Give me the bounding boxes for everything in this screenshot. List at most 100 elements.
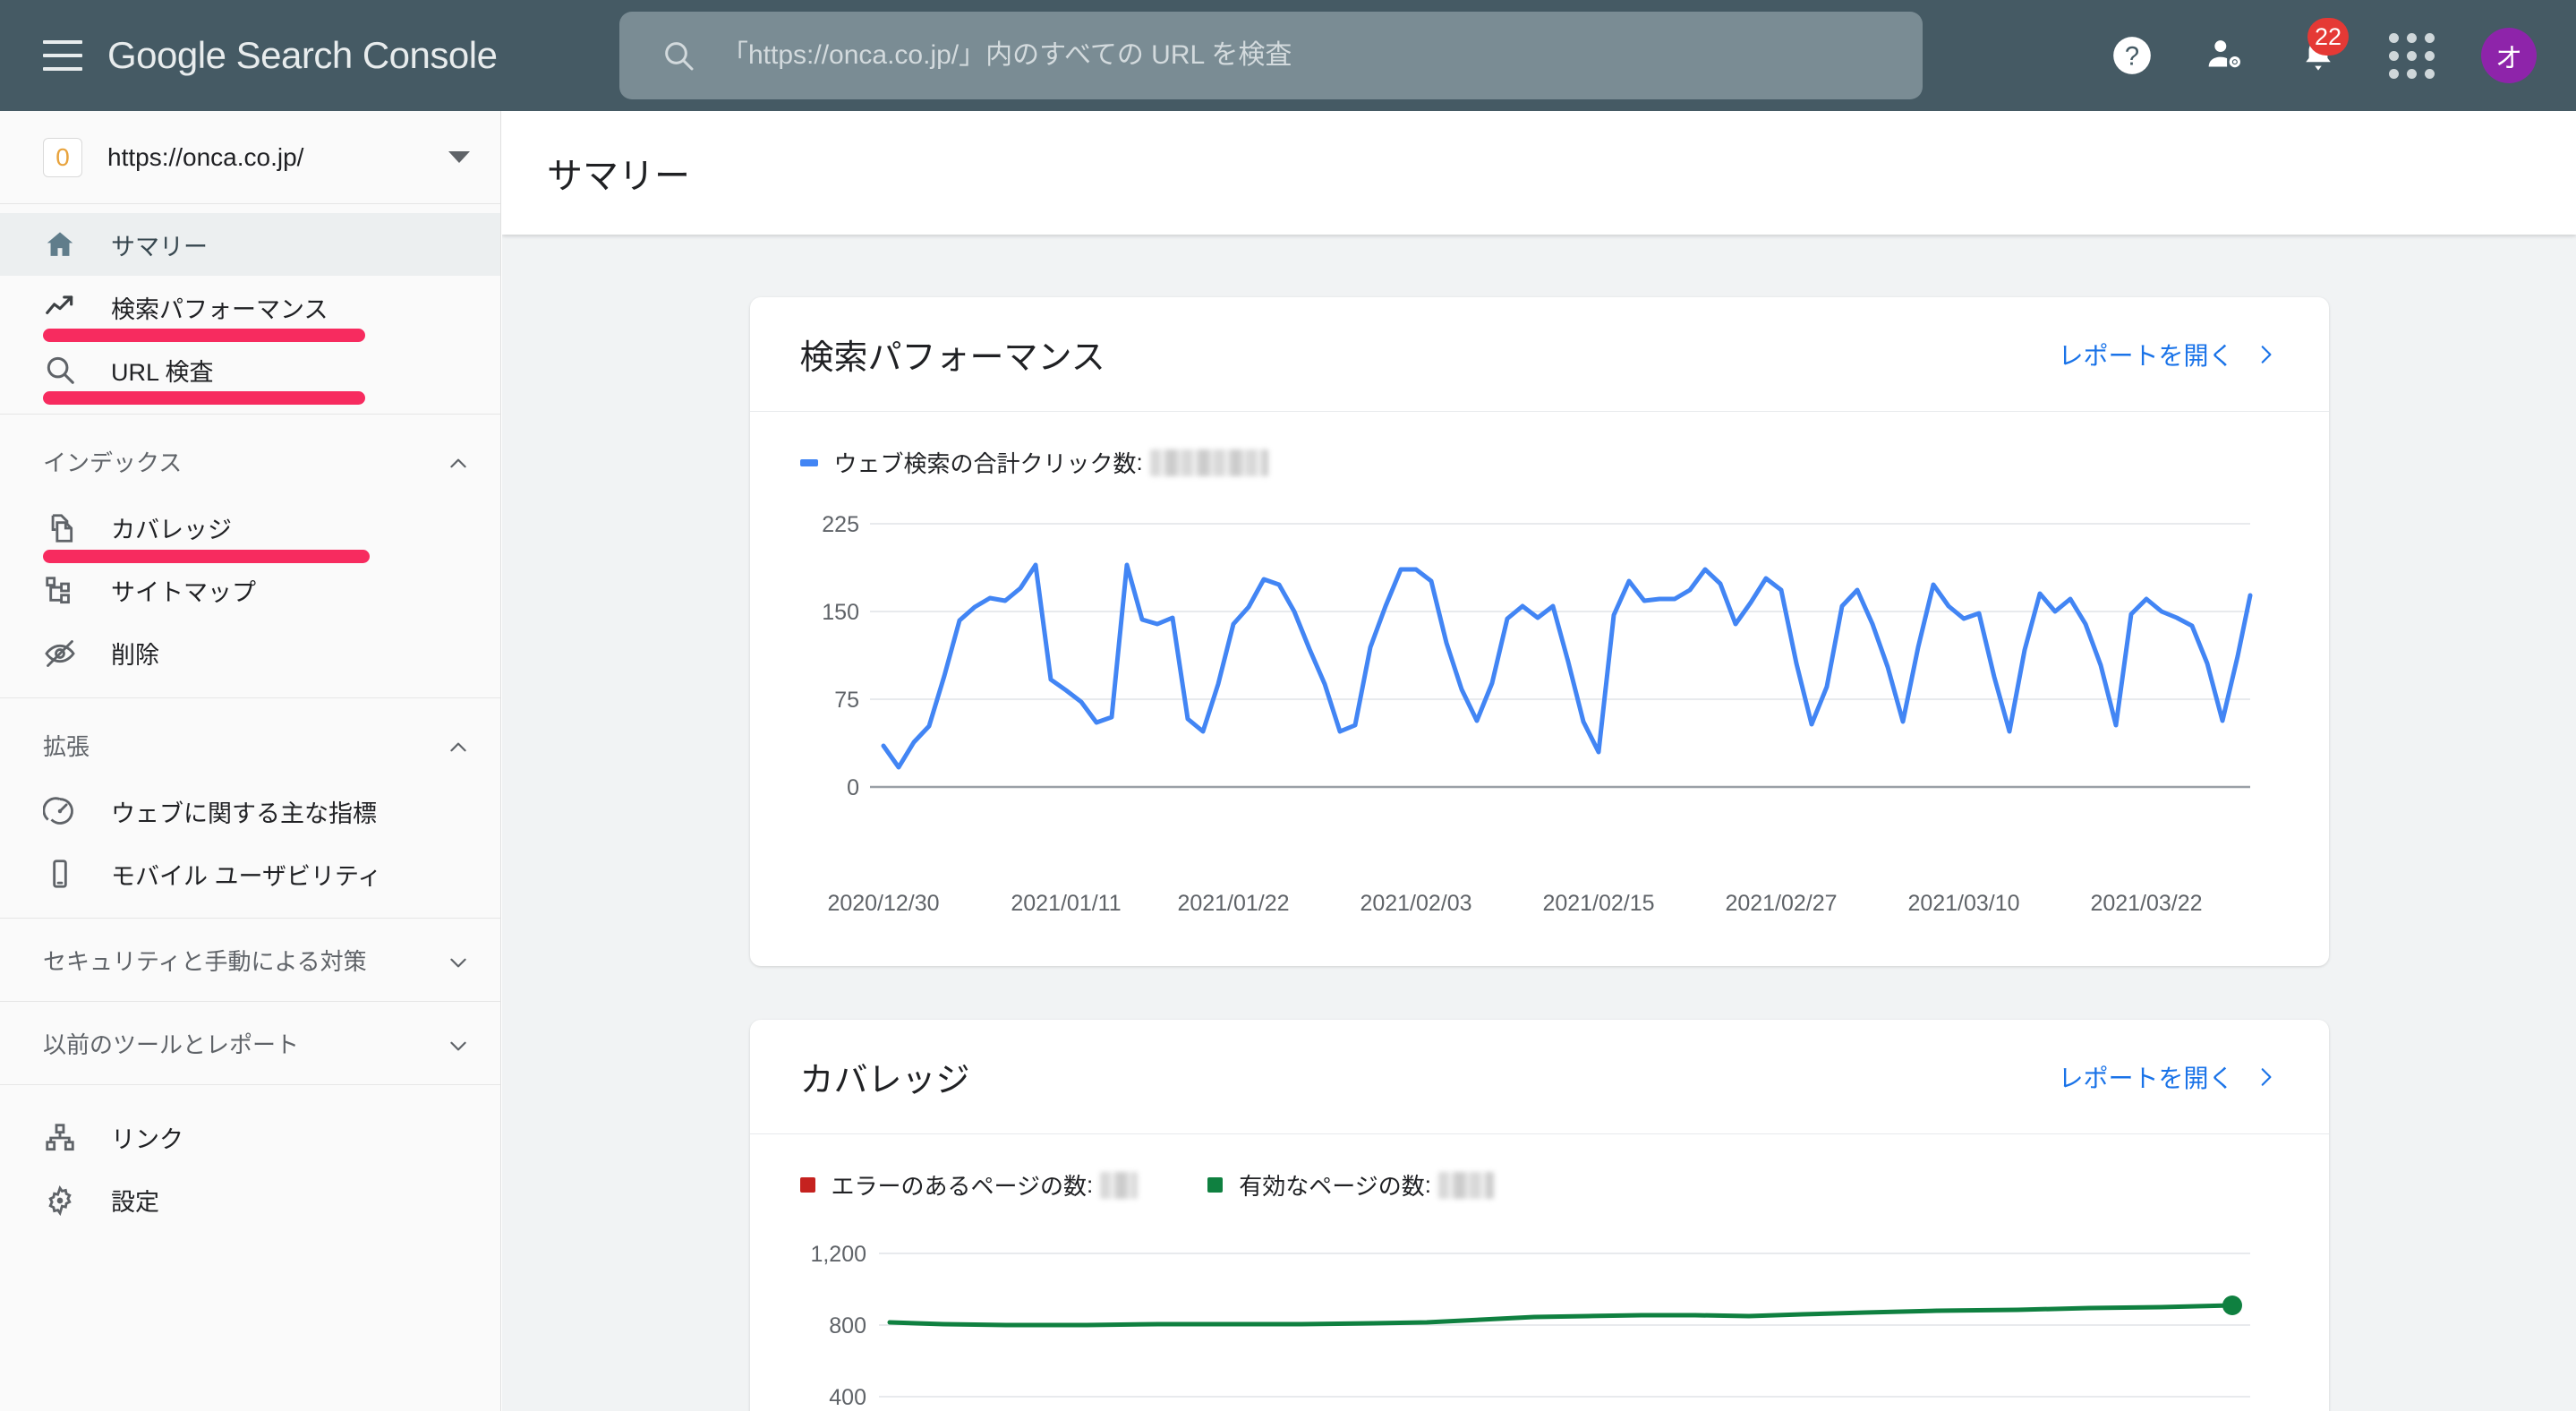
open-report-link-search-performance[interactable]: レポートを開く: [2058, 337, 2276, 372]
svg-text:150: 150: [822, 600, 859, 625]
nav-group-legacy: 以前のツールとレポート: [0, 1002, 500, 1085]
sidebar-item-url-inspection[interactable]: URL 検査: [0, 338, 500, 405]
section-title: セキュリティと手動による対策: [43, 948, 367, 976]
sidebar-item-label: 設定: [111, 1189, 159, 1217]
sidebar-item-sitemaps[interactable]: サイトマップ: [0, 560, 500, 622]
avatar[interactable]: オ: [2481, 28, 2537, 83]
svg-text:2020/12/30: 2020/12/30: [827, 891, 939, 916]
coverage-line-chart-svg: 1,200 800 400: [810, 1242, 2250, 1410]
page-header: サマリー: [502, 111, 2576, 235]
help-question-icon[interactable]: ?: [2109, 32, 2155, 79]
eye-off-icon: [43, 637, 84, 671]
legend-swatch-errors: [799, 1177, 815, 1193]
legend-item-valid-pages[interactable]: 有効なページの数:: [1207, 1168, 1494, 1201]
clicks-line-chart-svg: 225 150 75 0: [822, 512, 2252, 800]
url-inspection-search-box[interactable]: [619, 12, 1923, 99]
apps-grid-icon[interactable]: [2388, 32, 2435, 79]
chevron-right-icon: [2254, 343, 2277, 366]
legend-label: ウェブ検索の合計クリック数: [833, 450, 1137, 477]
sidebar-item-core-web-vitals[interactable]: ウェブに関する主な指標: [0, 780, 500, 842]
pages-copy-icon: [43, 511, 84, 545]
section-title: 拡張: [43, 732, 90, 760]
nav-group-enhancements: 拡張 ウェブに関する主な指標 モバイル ユーザビリティ: [0, 698, 500, 919]
section-header-enhancements[interactable]: 拡張: [0, 707, 500, 781]
gear-icon: [43, 1184, 84, 1218]
coverage-end-marker: [2222, 1296, 2242, 1315]
open-report-label: レポートを開く: [2058, 1064, 2234, 1092]
sitemap-icon: [43, 574, 84, 608]
chevron-right-icon: [2254, 1065, 2277, 1089]
sidebar-item-links[interactable]: リンク: [0, 1107, 500, 1169]
legend-item-error-pages[interactable]: エラーのあるページの数:: [799, 1168, 1139, 1201]
hamburger-menu-icon[interactable]: [43, 40, 82, 71]
nav-group-bottom: リンク 設定: [0, 1085, 500, 1244]
property-url: https://onca.co.jp/: [107, 142, 304, 171]
sidebar-item-settings[interactable]: 設定: [0, 1169, 500, 1232]
chevron-down-icon[interactable]: [447, 1034, 470, 1057]
sidebar-item-label: サイトマップ: [111, 579, 256, 607]
search-input[interactable]: [721, 40, 1867, 71]
main-content: サマリー 検索パフォーマンス レポートを開く ウェブ検索の合計クリック数: 22…: [502, 111, 2576, 1411]
sidebar-item-coverage[interactable]: カバレッジ: [0, 497, 500, 563]
chevron-up-icon[interactable]: [447, 452, 470, 475]
section-header-legacy-tools[interactable]: 以前のツールとレポート: [0, 1005, 500, 1079]
sidebar-item-label: 削除: [111, 642, 159, 670]
sidebar-item-removals[interactable]: 削除: [0, 622, 500, 685]
open-report-link-coverage[interactable]: レポートを開く: [2058, 1059, 2276, 1095]
app-brand-title: Google Search Console: [107, 34, 498, 76]
card-title: 検索パフォーマンス: [799, 339, 1105, 377]
card-search-performance: 検索パフォーマンス レポートを開く ウェブ検索の合計クリック数: 225 150…: [749, 297, 2329, 966]
card-body: ウェブ検索の合計クリック数: 225 150 75 0 2020/12/30 2…: [750, 412, 2329, 966]
chart-legend-clicks: ウェブ検索の合計クリック数:: [799, 446, 2279, 479]
highlight-marker: [43, 391, 365, 405]
cards-container: 検索パフォーマンス レポートを開く ウェブ検索の合計クリック数: 225 150…: [502, 235, 2576, 1411]
card-title: カバレッジ: [799, 1062, 970, 1099]
bell-icon[interactable]: 22: [2295, 18, 2350, 79]
legend-swatch-valid: [1207, 1177, 1224, 1193]
sidebar-item-label: カバレッジ: [111, 517, 232, 544]
legend-swatch-clicks: [799, 458, 818, 466]
nav-group-main: サマリー 検索パフォーマンス URL 検査: [0, 204, 500, 415]
property-selector[interactable]: 0 https://onca.co.jp/: [0, 111, 500, 204]
sidebar-item-label: リンク: [111, 1126, 183, 1154]
svg-text:800: 800: [829, 1313, 866, 1338]
sidebar-item-label: 検索パフォーマンス: [111, 295, 328, 323]
legend-item-total-clicks[interactable]: ウェブ検索の合計クリック数:: [799, 446, 1268, 479]
svg-text:225: 225: [822, 512, 859, 537]
trending-up-icon: [43, 290, 84, 324]
svg-text:?: ?: [2125, 42, 2139, 71]
sidebar-item-label: モバイル ユーザビリティ: [111, 862, 382, 890]
svg-text:2021/03/10: 2021/03/10: [1907, 891, 2019, 916]
chevron-up-icon[interactable]: [447, 736, 470, 759]
chevron-down-icon[interactable]: [448, 151, 470, 163]
sidebar-item-mobile-usability[interactable]: モバイル ユーザビリティ: [0, 842, 500, 905]
svg-text:1,200: 1,200: [810, 1242, 866, 1267]
chevron-down-icon[interactable]: [447, 951, 470, 974]
section-header-security[interactable]: セキュリティと手動による対策: [0, 922, 500, 996]
sidebar: 0 https://onca.co.jp/ サマリー 検索パフォーマンス URL…: [0, 111, 501, 1411]
notification-count-badge: 22: [2307, 18, 2350, 56]
svg-text:2021/01/22: 2021/01/22: [1177, 891, 1289, 916]
legend-label: エラーのあるページの数: [831, 1173, 1087, 1200]
sidebar-item-label: URL 検査: [111, 358, 214, 386]
card-coverage: カバレッジ レポートを開く エラーのあるページの数: 有効なページの数: 1,…: [749, 1020, 2329, 1411]
svg-text:75: 75: [834, 688, 859, 713]
legend-value-redacted: [1149, 449, 1268, 476]
card-body: エラーのあるページの数: 有効なページの数: 1,200 800 400: [750, 1134, 2329, 1411]
chart-coverage: 1,200 800 400: [800, 1227, 2279, 1411]
mobile-phone-icon: [43, 857, 84, 891]
chart-legend-coverage: エラーのあるページの数: 有効なページの数:: [799, 1168, 2279, 1201]
card-header: カバレッジ レポートを開く: [749, 1020, 2329, 1134]
svg-text:2021/02/27: 2021/02/27: [1725, 891, 1837, 916]
section-title: 以前のツールとレポート: [43, 1031, 300, 1059]
home-icon: [43, 227, 84, 261]
section-header-index[interactable]: インデックス: [0, 423, 500, 497]
person-gear-icon[interactable]: [2202, 32, 2248, 79]
sidebar-item-summary[interactable]: サマリー: [0, 213, 500, 276]
speedometer-icon: [43, 794, 84, 828]
page-title: サマリー: [547, 157, 690, 196]
links-node-icon: [43, 1121, 84, 1155]
legend-value-redacted: [1437, 1171, 1494, 1199]
top-app-bar: Google Search Console ?: [0, 0, 2576, 111]
sidebar-item-search-performance[interactable]: 検索パフォーマンス: [0, 276, 500, 342]
